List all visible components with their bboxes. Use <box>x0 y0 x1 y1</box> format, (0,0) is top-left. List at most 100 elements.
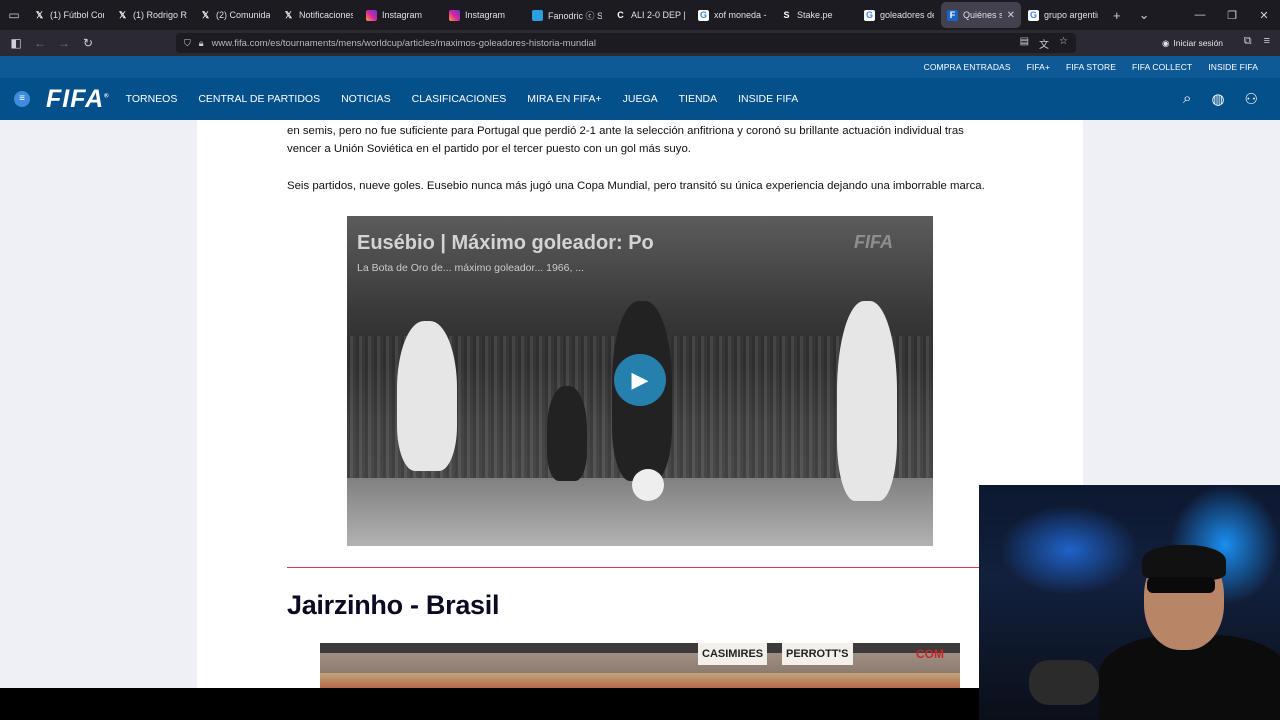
window-controls: — ❐ ✕ <box>1184 0 1280 30</box>
video-title: Eusébio | Máximo goleador: Po <box>357 232 654 254</box>
letterbox-bar <box>0 688 979 720</box>
search-icon[interactable]: ⌕ <box>1183 90 1191 108</box>
menu-item-central[interactable]: CENTRAL DE PARTIDOS <box>198 93 320 105</box>
back-icon[interactable]: ← <box>28 36 52 50</box>
menu-item-juega[interactable]: JUEGA <box>623 93 658 105</box>
top-link-collect[interactable]: FIFA COLLECT <box>1132 62 1192 72</box>
new-tab-icon[interactable]: + <box>1113 8 1121 23</box>
tab-title: Quiénes son <box>963 10 1002 20</box>
tab-overflow-icon[interactable]: ⌄ <box>1139 7 1150 23</box>
tab-strip: ▭ 𝕏 (1) Fútbol Com 𝕏 (1) Rodrigo Rol 𝕏 (2) Co… <box>0 0 1280 30</box>
translate-icon[interactable]: 文 <box>1039 36 1049 51</box>
lock-icon: 🔒︎ <box>198 37 204 48</box>
browser-tab[interactable]: t Fanodric ⓒ Sta <box>526 2 608 28</box>
article-paragraph: Seis partidos, nueve goles. Eusebio nunc… <box>287 180 985 192</box>
tab-title: Instagram <box>382 10 423 20</box>
stake-icon: S <box>783 9 790 20</box>
video-player[interactable]: Eusébio | Máximo goleador: Po La Bota de… <box>347 216 933 546</box>
browser-window: ▭ 𝕏 (1) Fútbol Com 𝕏 (1) Rodrigo Rol 𝕏 (2) Co… <box>0 0 1280 720</box>
reload-icon[interactable]: ↻ <box>76 36 100 50</box>
reader-view-icon[interactable]: ▤ <box>1020 36 1029 51</box>
x-icon: 𝕏 <box>35 9 44 20</box>
x-icon: 𝕏 <box>201 9 210 20</box>
browser-tab[interactable]: 𝕏 Notificaciones / <box>277 2 359 28</box>
tab-title: xof moneda - E <box>714 10 768 20</box>
signin-label: Iniciar sesión <box>1173 38 1224 48</box>
article: en semis, pero no fue suficiente para Po… <box>197 120 1083 688</box>
cam-person-hair <box>1142 545 1226 580</box>
tab-title: goleadores de <box>880 10 934 20</box>
menu-item-tienda[interactable]: TIENDA <box>679 93 718 105</box>
restore-icon[interactable]: ❐ <box>1216 9 1248 22</box>
x-icon: 𝕏 <box>284 9 293 20</box>
forward-icon[interactable]: → <box>52 36 76 50</box>
menu-item-mira[interactable]: MIRA EN FIFA+ <box>527 93 601 105</box>
fifa-main-nav: ≡ FIFA® TORNEOS CENTRAL DE PARTIDOS NOTI… <box>0 78 1280 120</box>
signin-button[interactable]: ◉ Iniciar sesión <box>1156 34 1229 52</box>
article-paragraph: en semis, pero no fue suficiente para Po… <box>287 125 964 155</box>
telegram-icon: t <box>532 9 543 21</box>
top-link-inside[interactable]: INSIDE FIFA <box>1208 62 1258 72</box>
x-icon: 𝕏 <box>118 9 127 20</box>
football <box>632 469 664 501</box>
tab-list-icon[interactable]: ▭ <box>0 0 28 30</box>
tab-title: ALI 2-0 DEP | A <box>631 10 685 20</box>
menu-item-noticias[interactable]: NOTICIAS <box>341 93 391 105</box>
generic-icon: C <box>617 9 624 20</box>
browser-tab[interactable]: i Instagram <box>360 2 442 28</box>
tab-title: (1) Fútbol Com <box>50 10 104 20</box>
url-text[interactable]: www.fifa.com/es/tournaments/mens/worldcu… <box>212 38 596 49</box>
tab-title: Instagram <box>465 10 506 20</box>
main-menu: TORNEOS CENTRAL DE PARTIDOS NOTICIAS CLA… <box>126 93 799 105</box>
tab-title: grupo argentin <box>1044 10 1098 20</box>
play-icon[interactable]: ▶ <box>614 354 666 406</box>
sunglasses <box>1147 577 1215 593</box>
app-menu-icon[interactable]: ≡ <box>1264 35 1270 48</box>
browser-tab[interactable]: F Quiénes son ✕ <box>941 2 1021 28</box>
google-icon: G <box>864 9 875 21</box>
section-heading: Jairzinho - Brasil <box>287 590 500 620</box>
close-tab-icon[interactable]: ✕ <box>1007 10 1015 21</box>
shield-icon[interactable]: ⛉ <box>184 38 191 49</box>
hamburger-menu-icon[interactable]: ≡ <box>14 91 30 107</box>
browser-tab[interactable]: Gxof moneda - E <box>692 2 774 28</box>
browser-tab[interactable]: S Stake.pe <box>775 2 857 28</box>
tab-tools: + ⌄ <box>1113 7 1150 23</box>
fifa-top-links: COMPRA ENTRADAS FIFA+ FIFA STORE FIFA CO… <box>0 56 1280 78</box>
google-icon: G <box>698 9 709 21</box>
minimize-icon[interactable]: — <box>1184 9 1216 21</box>
tab-title: (2) Comunidad <box>216 10 270 20</box>
webcam-overlay <box>979 485 1280 720</box>
bookmark-star-icon[interactable]: ☆ <box>1059 36 1068 51</box>
url-bar[interactable]: ⛉ 🔒︎ www.fifa.com/es/tournaments/mens/wo… <box>176 33 1076 53</box>
browser-tab[interactable]: 𝕏 (1) Fútbol Com <box>28 2 110 28</box>
microphone <box>1029 660 1099 705</box>
account-icon: ◉ <box>1162 37 1170 48</box>
browser-tab[interactable]: 𝕏 (1) Rodrigo Rol <box>111 2 193 28</box>
user-icon[interactable]: ⚇ <box>1245 90 1258 108</box>
globe-icon[interactable]: ◍ <box>1211 90 1224 108</box>
top-link-entradas[interactable]: COMPRA ENTRADAS <box>924 62 1011 72</box>
menu-item-clasificaciones[interactable]: CLASIFICACIONES <box>412 93 507 105</box>
browser-tab[interactable]: i Instagram <box>443 2 525 28</box>
instagram-icon: i <box>366 9 377 21</box>
menu-item-torneos[interactable]: TORNEOS <box>126 93 178 105</box>
top-link-fifa-plus[interactable]: FIFA+ <box>1027 62 1050 72</box>
browser-tab[interactable]: Ggrupo argentin <box>1022 2 1104 28</box>
browser-tab[interactable]: C ALI 2-0 DEP | A <box>609 2 691 28</box>
browser-tab[interactable]: 𝕏 (2) Comunidad <box>194 2 276 28</box>
sidebar-icon[interactable]: ◧ <box>4 36 28 50</box>
google-icon: G <box>1028 9 1039 21</box>
tab-title: (1) Rodrigo Rol <box>133 10 187 20</box>
fifa-logo[interactable]: FIFA® <box>46 85 110 114</box>
image-sign: CASIMIRES <box>698 643 768 665</box>
close-window-icon[interactable]: ✕ <box>1248 9 1280 22</box>
image-sign: PERROTT'S <box>782 643 853 665</box>
top-link-store[interactable]: FIFA STORE <box>1066 62 1116 72</box>
fifa-icon: F <box>947 9 958 21</box>
extensions-icon[interactable]: ⧉ <box>1244 35 1252 48</box>
article-image: CASIMIRES PERROTT'S COM <box>320 643 960 688</box>
browser-tab[interactable]: Ggoleadores de <box>858 2 940 28</box>
menu-item-inside[interactable]: INSIDE FIFA <box>738 93 798 105</box>
tab-title: Stake.pe <box>797 10 833 20</box>
